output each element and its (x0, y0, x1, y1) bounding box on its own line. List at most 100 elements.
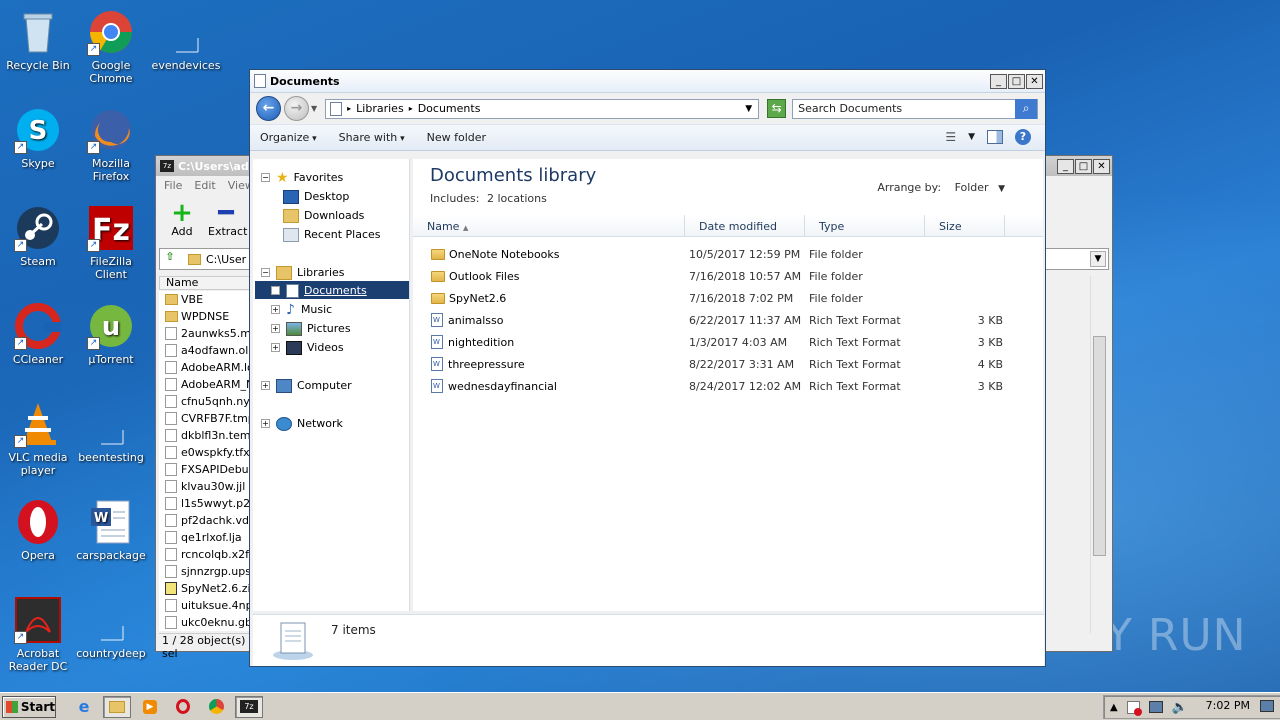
list-item[interactable]: klvau30w.jjl (159, 478, 252, 495)
network-tray-icon[interactable] (1148, 701, 1163, 713)
collapse-icon[interactable]: − (261, 173, 270, 182)
nav-libraries[interactable]: − Libraries (261, 263, 345, 282)
close-button[interactable]: ✕ (1026, 73, 1043, 89)
arrange-by-dropdown[interactable]: Folder ▼ (955, 181, 1005, 194)
taskbar-chrome[interactable] (202, 696, 230, 718)
list-item[interactable]: l1s5wwyt.p2a (159, 495, 252, 512)
table-row[interactable]: Wwednesdayfinancial 8/24/2017 12:02 AM R… (413, 375, 1043, 397)
list-item[interactable]: rcncolqb.x2f (159, 546, 252, 563)
view-options-icon[interactable]: ☰ (945, 130, 956, 144)
list-item[interactable]: AdobeARM_N (159, 376, 252, 393)
table-row[interactable]: SpyNet2.6 7/16/2018 7:02 PM File folder (413, 287, 1043, 309)
desktop-icon-beentesting[interactable]: beentesting (73, 400, 149, 464)
table-row[interactable]: Wthreepressure 8/22/2017 3:31 AM Rich Te… (413, 353, 1043, 375)
taskbar-7zip[interactable]: 7z (235, 695, 263, 718)
table-row[interactable]: OneNote Notebooks 10/5/2017 12:59 PM Fil… (413, 243, 1043, 265)
maximize-button[interactable]: □ (1008, 73, 1025, 89)
list-item[interactable]: dkblfl3n.tem (159, 427, 252, 444)
expand-icon[interactable]: + (271, 343, 280, 352)
list-item[interactable]: uituksue.4np (159, 597, 252, 614)
table-row[interactable]: Outlook Files 7/16/2018 10:57 AM File fo… (413, 265, 1043, 287)
list-item[interactable]: VBE (159, 291, 252, 308)
column-date-modified[interactable]: Date modified (685, 215, 805, 237)
new-folder-button[interactable]: New folder (427, 131, 486, 144)
desktop-icon-filezilla[interactable]: Fz ↗ FileZilla Client (73, 204, 149, 281)
clock[interactable]: 7:02 PM (1206, 699, 1250, 712)
share-with-button[interactable]: Share with (339, 131, 405, 144)
column-type[interactable]: Type (805, 215, 925, 237)
tray-expand-icon[interactable]: ▲ (1110, 702, 1118, 713)
start-button[interactable]: Start (2, 695, 56, 718)
taskbar-ie[interactable]: e (70, 696, 98, 718)
column-name[interactable]: Name ▲ (413, 215, 685, 237)
expand-icon[interactable]: + (261, 419, 270, 428)
list-item[interactable]: e0wspkfy.tfx (159, 444, 252, 461)
path-dropdown-icon[interactable]: ▼ (1090, 251, 1106, 267)
breadcrumb-separator-icon[interactable]: ▸ (409, 104, 413, 113)
desktop-icon-steam[interactable]: ↗ Steam (0, 204, 76, 268)
taskbar-opera[interactable] (169, 696, 197, 718)
volume-icon[interactable]: 🔈 (1172, 700, 1188, 715)
7zip-column-name[interactable]: Name (159, 276, 252, 290)
table-row[interactable]: Wnightedition 1/3/2017 4:03 AM Rich Text… (413, 331, 1043, 353)
recent-pages-icon[interactable]: ▼ (311, 104, 317, 113)
action-center-icon[interactable] (1126, 700, 1142, 716)
desktop-icon-carspackage[interactable]: W carspackage (73, 498, 149, 562)
show-desktop-button[interactable] (1260, 700, 1274, 712)
up-folder-icon[interactable]: ⇧ (160, 250, 180, 268)
list-item[interactable]: SpyNet2.6.zip (159, 580, 252, 597)
nav-favorites[interactable]: − ★ Favorites (261, 168, 343, 187)
list-item[interactable]: CVRFB7F.tmp (159, 410, 252, 427)
menu-file[interactable]: File (164, 179, 182, 192)
list-item[interactable]: AdobeARM.log (159, 359, 252, 376)
table-row[interactable]: Wanimalsso 6/22/2017 11:37 AM Rich Text … (413, 309, 1043, 331)
nav-videos[interactable]: + Videos (271, 338, 344, 357)
7zip-scrollbar[interactable] (1090, 276, 1107, 633)
desktop-icon-skype[interactable]: S ↗ Skype (0, 106, 76, 170)
breadcrumb-separator-icon[interactable]: ▸ (347, 104, 351, 113)
back-button[interactable]: ← (256, 96, 281, 121)
column-size[interactable]: Size (925, 215, 1005, 237)
desktop-icon-recycle-bin[interactable]: Recycle Bin (0, 8, 76, 72)
preview-pane-icon[interactable] (987, 130, 1003, 144)
list-item[interactable]: cfnu5qnh.nye (159, 393, 252, 410)
nav-computer[interactable]: + Computer (261, 376, 352, 395)
address-field[interactable]: ▸ Libraries ▸ Documents ▼ (325, 98, 760, 119)
maximize-button[interactable]: □ (1075, 158, 1092, 174)
desktop-icon-utorrent[interactable]: u ↗ µTorrent (73, 302, 149, 366)
nav-recent-places[interactable]: Recent Places (283, 225, 381, 244)
list-item[interactable]: FXSAPIDebugL (159, 461, 252, 478)
desktop-icon-chrome[interactable]: ↗ Google Chrome (73, 8, 149, 85)
taskbar-explorer[interactable] (103, 695, 131, 718)
list-item[interactable]: pf2dachk.vdn (159, 512, 252, 529)
list-item[interactable]: sjnnzrgp.ups (159, 563, 252, 580)
breadcrumb-documents[interactable]: Documents (418, 102, 481, 115)
explorer-titlebar[interactable]: Documents _ □ ✕ (250, 70, 1045, 93)
nav-desktop[interactable]: Desktop (283, 187, 349, 206)
desktop-icon-evendevices[interactable]: evendevices (148, 8, 224, 72)
list-item[interactable]: WPDNSE (159, 308, 252, 325)
minimize-button[interactable]: _ (1057, 158, 1074, 174)
list-item[interactable]: a4odfawn.olr (159, 342, 252, 359)
nav-pictures[interactable]: + Pictures (271, 319, 351, 338)
search-input[interactable]: Search Documents ⌕ (792, 98, 1039, 119)
minimize-button[interactable]: _ (990, 73, 1007, 89)
breadcrumb-libraries[interactable]: Libraries (356, 102, 404, 115)
desktop-icon-vlc[interactable]: ↗ VLC media player (0, 400, 76, 477)
address-dropdown-icon[interactable]: ▼ (745, 104, 752, 114)
view-dropdown-icon[interactable]: ▼ (968, 132, 975, 142)
desktop-icon-countrydeep[interactable]: countrydeep (73, 596, 149, 660)
list-item[interactable]: qe1rlxof.lja (159, 529, 252, 546)
forward-button[interactable]: → (284, 96, 309, 121)
refresh-button[interactable]: ⇆ (767, 99, 787, 118)
search-icon[interactable]: ⌕ (1015, 98, 1038, 119)
expand-icon[interactable]: + (261, 381, 270, 390)
expand-icon[interactable]: + (271, 324, 280, 333)
help-icon[interactable]: ? (1015, 129, 1031, 145)
nav-network[interactable]: + Network (261, 414, 343, 433)
taskbar-media-player[interactable]: ▶ (136, 696, 164, 718)
nav-documents[interactable]: + Documents (271, 281, 367, 300)
expand-icon[interactable]: + (271, 286, 280, 295)
includes-locations-link[interactable]: 2 locations (487, 192, 547, 205)
menu-edit[interactable]: Edit (194, 179, 215, 192)
